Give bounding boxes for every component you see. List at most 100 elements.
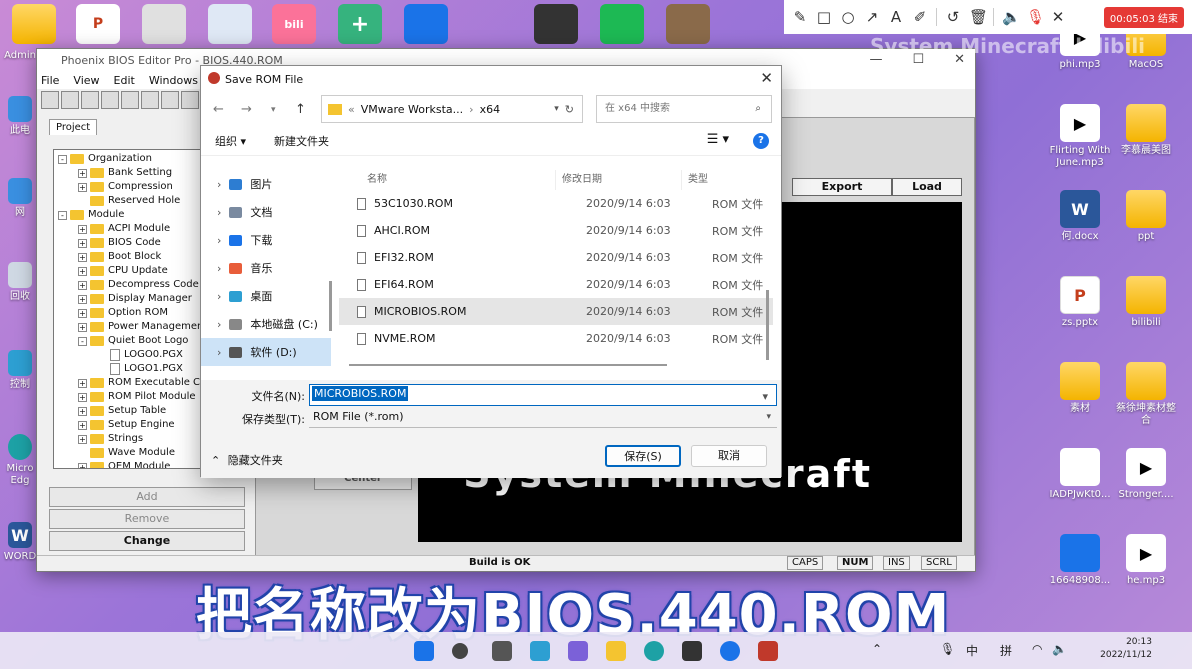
expand-icon[interactable]: + — [78, 252, 87, 262]
app-icon[interactable] — [142, 4, 186, 44]
menu-view[interactable]: View — [73, 74, 99, 87]
toolbar-button[interactable] — [161, 91, 179, 109]
organize-button[interactable]: 组织 ▾ — [215, 133, 246, 149]
chevron-down-icon[interactable]: ▾ — [271, 105, 276, 115]
edge-icon[interactable] — [644, 641, 664, 661]
chevron-down-icon[interactable]: ▾ — [554, 104, 559, 114]
desktop-icon-edge[interactable]: Micro Edg — [0, 434, 40, 487]
column-name[interactable]: 名称 — [339, 170, 555, 190]
desktop-icon[interactable]: ▶ Flirting With June.mp3 — [1048, 104, 1112, 169]
column-date[interactable]: 修改日期 — [555, 170, 681, 190]
wifi-icon[interactable]: ◠ — [1032, 642, 1042, 656]
expand-icon[interactable]: + — [78, 420, 87, 430]
address-bar[interactable]: « VMware Worksta... › x64 ▾ ↻ — [321, 95, 583, 123]
bilibili-icon[interactable]: bili — [272, 4, 316, 44]
file-row[interactable]: EFI64.ROM 2020/9/14 6:03 ROM 文件 — [339, 271, 773, 298]
view-options-icon[interactable]: ☰ ▾ — [707, 132, 729, 147]
mic-icon[interactable]: 🎙 — [940, 642, 955, 656]
forward-icon[interactable]: → — [241, 102, 252, 117]
nav-item[interactable]: › 图片 — [201, 170, 331, 198]
remove-button[interactable]: Remove — [49, 509, 245, 529]
highlighter-icon[interactable]: ✐ — [912, 8, 928, 26]
chevron-right-icon[interactable]: › — [217, 346, 221, 359]
save-button[interactable]: 保存(S) — [605, 445, 681, 467]
powerpoint-icon[interactable]: P — [76, 4, 120, 44]
nav-item[interactable]: › 本地磁盘 (C:) — [201, 310, 331, 338]
expand-icon[interactable]: + — [78, 392, 87, 402]
app-icon[interactable] — [404, 4, 448, 44]
search-input[interactable]: 在 x64 中搜索 ⌕ — [596, 95, 772, 123]
expand-icon[interactable]: + — [78, 168, 87, 178]
ime-pinyin[interactable]: 拼 — [1000, 642, 1012, 659]
nav-item[interactable]: › 软件 (D:) — [201, 338, 331, 366]
task-view-icon[interactable] — [492, 641, 512, 661]
expand-icon[interactable]: + — [78, 462, 87, 468]
image-icon[interactable] — [666, 4, 710, 44]
hide-folders-toggle[interactable]: ⌃ 隐藏文件夹 — [211, 452, 283, 468]
nav-item[interactable]: › 桌面 — [201, 282, 331, 310]
menu-file[interactable]: File — [41, 74, 59, 87]
help-icon[interactable]: ? — [753, 133, 769, 149]
new-folder-button[interactable]: 新建文件夹 — [274, 133, 329, 149]
desktop-icon[interactable]: 素材 — [1048, 362, 1112, 415]
undo-icon[interactable]: ↺ — [945, 8, 961, 26]
video-icon[interactable] — [600, 4, 644, 44]
search-icon[interactable] — [452, 643, 468, 659]
phoenix-taskbar-icon[interactable] — [758, 641, 778, 661]
record-stop-button[interactable]: 00:05:03 结束 — [1103, 6, 1184, 28]
text-icon[interactable]: A — [888, 8, 904, 26]
chevron-right-icon[interactable]: › — [217, 178, 221, 191]
close-icon[interactable]: ✕ — [1050, 8, 1066, 26]
collapse-icon[interactable]: - — [78, 336, 87, 346]
desktop-icon[interactable]: W 何.docx — [1048, 190, 1112, 243]
chevron-right-icon[interactable]: › — [217, 318, 221, 331]
desktop-icon[interactable]: 蔡徐坤素材整合 — [1114, 362, 1178, 427]
breadcrumb-vmware[interactable]: VMware Worksta... — [361, 103, 463, 116]
file-row[interactable]: EFI32.ROM 2020/9/14 6:03 ROM 文件 — [339, 244, 773, 271]
expand-icon[interactable]: + — [78, 266, 87, 276]
toolbar-button[interactable] — [101, 91, 119, 109]
add-button[interactable]: Add — [49, 487, 245, 507]
collapse-icon[interactable]: - — [58, 154, 67, 164]
expand-icon[interactable]: + — [78, 308, 87, 318]
horizontal-scrollbar[interactable] — [349, 364, 667, 366]
breadcrumb-x64[interactable]: x64 — [480, 103, 501, 116]
pane-scrollbar[interactable] — [329, 281, 332, 331]
app-icon[interactable]: + — [338, 4, 382, 44]
up-icon[interactable]: ↑ — [295, 102, 306, 117]
start-icon[interactable] — [414, 641, 434, 661]
desktop-icon-pc[interactable]: 此电 — [0, 96, 40, 137]
taskbar-clock[interactable]: 20:13 2022/11/12 — [1100, 636, 1152, 662]
file-row[interactable]: 53C1030.ROM 2020/9/14 6:03 ROM 文件 — [339, 190, 773, 217]
file-row[interactable]: MICROBIOS.ROM 2020/9/14 6:03 ROM 文件 — [339, 298, 773, 325]
nav-item[interactable]: › 文档 — [201, 198, 331, 226]
toolbar-button[interactable] — [181, 91, 199, 109]
chevron-right-icon[interactable]: › — [217, 234, 221, 247]
load-header[interactable]: Load — [892, 178, 962, 196]
chevron-down-icon[interactable]: ▾ — [760, 389, 770, 404]
chevron-right-icon[interactable]: › — [217, 206, 221, 219]
widgets-icon[interactable] — [530, 641, 550, 661]
cancel-button[interactable]: 取消 — [691, 445, 767, 467]
expand-icon[interactable]: + — [78, 238, 87, 248]
change-button[interactable]: Change — [49, 531, 245, 551]
tray-chevron-icon[interactable]: ⌃ — [872, 642, 882, 656]
toolbar-button[interactable] — [81, 91, 99, 109]
nav-item[interactable]: › 下载 — [201, 226, 331, 254]
speaker-icon[interactable]: 🔈 — [1052, 642, 1067, 656]
store-icon[interactable] — [682, 641, 702, 661]
menu-edit[interactable]: Edit — [114, 74, 135, 87]
file-row[interactable]: AHCI.ROM 2020/9/14 6:03 ROM 文件 — [339, 217, 773, 244]
menu-windows[interactable]: Windows — [149, 74, 198, 87]
expand-icon[interactable]: + — [78, 294, 87, 304]
expand-icon[interactable]: + — [78, 280, 87, 290]
expand-icon[interactable]: + — [78, 378, 87, 388]
speaker-icon[interactable]: 🔈 — [1002, 8, 1021, 26]
desktop-icon[interactable]: Pzs.pptx — [1048, 276, 1112, 329]
export-header[interactable]: Export — [792, 178, 892, 196]
rectangle-icon[interactable]: □ — [816, 8, 832, 26]
desktop-icon-control[interactable]: 控制 — [0, 350, 40, 391]
circle-icon[interactable]: ○ — [840, 8, 856, 26]
ime-zh[interactable]: 中 — [966, 642, 978, 659]
desktop-icon[interactable]: 16648908... — [1048, 534, 1112, 587]
